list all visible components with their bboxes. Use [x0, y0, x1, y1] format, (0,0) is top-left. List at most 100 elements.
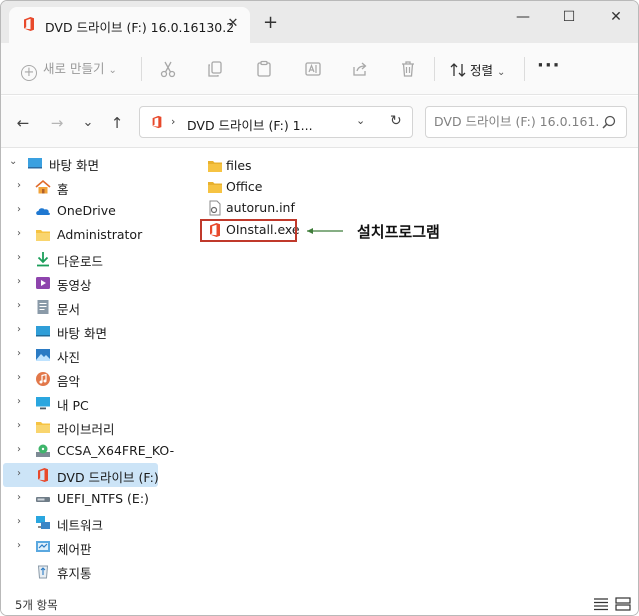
chevron-right-icon: ›	[171, 115, 176, 128]
copy-icon[interactable]	[206, 60, 224, 78]
separator	[524, 57, 525, 81]
back-button[interactable]: ←	[14, 114, 32, 132]
sidebar-item-label: 바탕 화면	[49, 158, 99, 173]
search-icon	[602, 115, 616, 129]
chevron-right-icon[interactable]: ›	[17, 516, 27, 527]
file-name: Office	[226, 179, 263, 194]
share-icon[interactable]	[351, 60, 369, 78]
new-button[interactable]: + 새로 만들기 ⌄	[21, 58, 117, 81]
settings-file-icon	[209, 200, 221, 216]
tab-close-button[interactable]: ✕	[224, 15, 242, 33]
file-list: files Office autorun.inf OInstall.exe	[161, 149, 638, 589]
delete-icon[interactable]	[399, 60, 417, 78]
video-icon	[36, 277, 50, 289]
minimize-button[interactable]: —	[514, 8, 532, 26]
maximize-button[interactable]: ☐	[560, 8, 578, 26]
folder-icon	[36, 230, 50, 241]
chevron-down-icon[interactable]: ⌄	[9, 156, 19, 167]
explorer-window: DVD 드라이브 (F:) 16.0.16130.2 ✕ + — ☐ ✕ + 새로…	[0, 0, 639, 616]
sidebar-item-label: 다운로드	[57, 254, 104, 269]
chevron-right-icon[interactable]: ›	[17, 300, 27, 311]
sidebar-item-documents[interactable]: › 문서	[1, 295, 161, 319]
desktop-icon	[28, 158, 42, 169]
sidebar-item-label: 내 PC	[57, 398, 89, 413]
sidebar-item-desktop-root[interactable]: ⌄ 바탕 화면	[1, 151, 161, 175]
sidebar-item-recycle-bin[interactable]: 휴지통	[1, 559, 161, 583]
sidebar-item-this-pc[interactable]: › 내 PC	[1, 391, 161, 415]
sort-button[interactable]: 정렬 ⌄	[450, 60, 505, 79]
sidebar-item-onedrive[interactable]: › OneDrive	[1, 199, 161, 223]
cut-icon[interactable]	[159, 60, 177, 78]
control-panel-icon	[36, 541, 50, 552]
sidebar-item-label: DVD 드라이브 (F:)	[57, 470, 159, 485]
pc-icon	[36, 397, 50, 410]
chevron-right-icon[interactable]: ›	[17, 348, 27, 359]
tab-dvd-drive[interactable]: DVD 드라이브 (F:) 16.0.16130.2 ✕	[9, 7, 250, 43]
sort-label: 정렬	[470, 63, 494, 78]
file-name: autorun.inf	[226, 200, 295, 215]
chevron-right-icon[interactable]: ›	[17, 228, 27, 239]
chevron-right-icon[interactable]: ›	[17, 324, 27, 335]
chevron-right-icon[interactable]: ›	[17, 420, 27, 431]
sidebar-item-home[interactable]: › 홈	[1, 175, 161, 199]
refresh-icon[interactable]: ↻	[390, 113, 402, 129]
chevron-right-icon[interactable]: ›	[17, 276, 27, 287]
document-icon	[37, 300, 49, 314]
close-button[interactable]: ✕	[607, 8, 625, 26]
sidebar-item-libraries[interactable]: › 라이브러리	[1, 415, 161, 439]
sidebar-item-music[interactable]: › 음악	[1, 367, 161, 391]
chevron-right-icon[interactable]: ›	[17, 540, 27, 551]
sidebar-item-control-panel[interactable]: › 제어판	[1, 535, 161, 559]
title-bar: DVD 드라이브 (F:) 16.0.16130.2 ✕ + — ☐ ✕	[1, 1, 638, 43]
recent-locations-button[interactable]: ⌄	[79, 114, 97, 132]
office-icon	[152, 115, 162, 129]
network-icon	[36, 516, 50, 529]
new-tab-button[interactable]: +	[263, 14, 278, 32]
sidebar-item-ccsa[interactable]: › CCSA_X64FRE_KO-	[1, 439, 174, 463]
chevron-down-icon: ⌄	[497, 67, 506, 78]
command-bar: + 새로 만들기 ⌄ 정렬 ⌄ ···	[1, 43, 638, 95]
search-box[interactable]	[425, 106, 627, 138]
file-name: files	[226, 158, 252, 173]
forward-button[interactable]: →	[48, 114, 66, 132]
tiles-view-icon[interactable]	[615, 597, 631, 611]
office-icon	[24, 17, 34, 31]
sidebar-item-videos[interactable]: › 동영상	[1, 271, 161, 295]
home-icon	[35, 179, 51, 194]
rename-icon[interactable]	[304, 60, 322, 78]
search-input[interactable]	[434, 114, 600, 129]
details-view-icon[interactable]	[593, 597, 609, 611]
sidebar-item-label: CCSA_X64FRE_KO-	[57, 443, 175, 458]
highlight-box	[200, 219, 297, 242]
up-button[interactable]: ↑	[108, 114, 126, 132]
sidebar-item-desktop[interactable]: › 바탕 화면	[1, 319, 161, 343]
sort-icon	[450, 63, 466, 77]
disc-drive-icon	[36, 444, 50, 457]
address-bar[interactable]: › DVD 드라이브 (F:) 1... ⌄ ↻	[139, 106, 413, 138]
chevron-right-icon[interactable]: ›	[17, 492, 27, 503]
address-dropdown-button[interactable]: ⌄	[356, 114, 365, 127]
sidebar-item-uefi-ntfs[interactable]: › UEFI_NTFS (E:)	[1, 487, 161, 511]
sidebar-item-label: OneDrive	[57, 203, 116, 218]
sidebar-item-pictures[interactable]: › 사진	[1, 343, 161, 367]
chevron-down-icon: ⌄	[108, 65, 117, 76]
more-options-button[interactable]: ···	[537, 55, 561, 76]
onedrive-icon	[36, 208, 50, 215]
separator	[434, 57, 435, 81]
sidebar-item-dvd-drive[interactable]: › DVD 드라이브 (F:)	[3, 463, 159, 487]
sidebar-item-downloads[interactable]: › 다운로드	[1, 247, 161, 271]
chevron-right-icon[interactable]: ›	[17, 444, 27, 455]
chevron-right-icon[interactable]: ›	[17, 396, 27, 407]
chevron-right-icon[interactable]: ›	[17, 468, 27, 479]
paste-icon[interactable]	[255, 60, 273, 78]
chevron-right-icon[interactable]: ›	[17, 204, 27, 215]
status-bar: 5개 항목	[1, 591, 638, 615]
sidebar-item-label: 바탕 화면	[57, 326, 107, 341]
item-count: 5개 항목	[15, 598, 58, 612]
sidebar-item-label: 문서	[57, 302, 81, 317]
sidebar-item-network[interactable]: › 네트워크	[1, 511, 161, 535]
chevron-right-icon[interactable]: ›	[17, 252, 27, 263]
sidebar-item-administrator[interactable]: › Administrator	[1, 223, 161, 247]
chevron-right-icon[interactable]: ›	[17, 372, 27, 383]
chevron-right-icon[interactable]: ›	[17, 180, 27, 191]
